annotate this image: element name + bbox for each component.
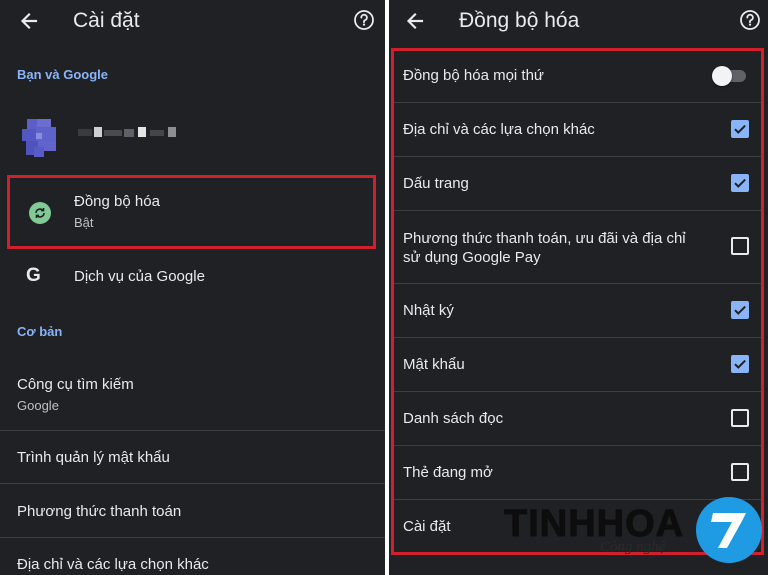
sync-item-settings[interactable]: Cài đặt bbox=[389, 500, 768, 553]
section-header-account: Bạn và Google bbox=[17, 67, 109, 82]
sync-everything-toggle[interactable] bbox=[712, 66, 746, 86]
checkbox-unchecked[interactable] bbox=[731, 237, 749, 255]
checkbox-checked[interactable] bbox=[731, 174, 749, 192]
sync-item-label: Nhật ký bbox=[403, 302, 454, 319]
toggle-knob bbox=[712, 66, 732, 86]
google-services-row[interactable]: G Dịch vụ của Google bbox=[0, 252, 385, 300]
sync-item-payment[interactable]: Phương thức thanh toán, ưu đãi và địa ch… bbox=[389, 211, 768, 283]
google-g-icon: G bbox=[26, 265, 41, 286]
sync-item-bookmarks[interactable]: Dấu trang bbox=[389, 157, 768, 210]
account-row[interactable] bbox=[0, 100, 385, 170]
help-button[interactable] bbox=[352, 8, 376, 32]
payment-methods-label: Phương thức thanh toán bbox=[17, 503, 182, 520]
blurred-account-name bbox=[78, 127, 176, 137]
checkbox-unchecked[interactable] bbox=[731, 463, 749, 481]
sync-item-label-line1: Phương thức thanh toán, ưu đãi và địa ch… bbox=[403, 230, 686, 247]
help-icon bbox=[354, 10, 374, 30]
sync-item-label: Danh sách đọc bbox=[403, 410, 504, 427]
page-title: Đồng bộ hóa bbox=[459, 9, 580, 32]
checkbox-checked[interactable] bbox=[731, 355, 749, 373]
help-icon bbox=[740, 10, 760, 30]
password-manager-label: Trình quản lý mật khẩu bbox=[17, 449, 170, 466]
search-engine-value: Google bbox=[17, 398, 59, 413]
avatar bbox=[22, 119, 56, 157]
sync-item-open-tabs[interactable]: Thẻ đang mở bbox=[389, 446, 768, 499]
sync-item-addresses[interactable]: Địa chỉ và các lựa chọn khác bbox=[389, 103, 768, 156]
arrow-left-icon bbox=[20, 12, 38, 30]
sync-item-passwords[interactable]: Mật khẩu bbox=[389, 338, 768, 391]
help-button[interactable] bbox=[738, 8, 762, 32]
sync-everything-label: Đồng bộ hóa mọi thứ bbox=[403, 67, 544, 84]
sync-item-history[interactable]: Nhật ký bbox=[389, 284, 768, 337]
payment-methods-row[interactable]: Phương thức thanh toán bbox=[0, 484, 385, 536]
sync-item-label: Dấu trang bbox=[403, 175, 469, 192]
back-button[interactable] bbox=[14, 6, 44, 36]
checkbox-unchecked[interactable] bbox=[731, 409, 749, 427]
password-manager-row[interactable]: Trình quản lý mật khẩu bbox=[0, 431, 385, 483]
google-services-label: Dịch vụ của Google bbox=[74, 268, 205, 285]
settings-panel: Cài đặt Bạn và Google Đồng bộ hóa Bật G … bbox=[0, 0, 385, 575]
checkbox-checked[interactable] bbox=[731, 120, 749, 138]
sync-top-bar: Đồng bộ hóa bbox=[389, 0, 768, 42]
addresses-label: Địa chỉ và các lựa chọn khác bbox=[17, 556, 209, 573]
sync-status: Bật bbox=[74, 215, 94, 230]
sync-title: Đồng bộ hóa bbox=[74, 193, 160, 210]
sync-item-label: Địa chỉ và các lựa chọn khác bbox=[403, 121, 595, 138]
sync-item-reading-list[interactable]: Danh sách đọc bbox=[389, 392, 768, 445]
checkbox-checked[interactable] bbox=[731, 301, 749, 319]
search-engine-title: Công cụ tìm kiếm bbox=[17, 376, 134, 393]
page-title: Cài đặt bbox=[73, 9, 140, 32]
sync-item-label: Cài đặt bbox=[403, 518, 451, 535]
sync-icon bbox=[29, 202, 51, 224]
arrow-left-icon bbox=[406, 12, 424, 30]
sync-item-label-line2: sử dụng Google Pay bbox=[403, 249, 541, 266]
search-engine-row[interactable]: Công cụ tìm kiếm Google bbox=[0, 364, 385, 430]
section-header-basic: Cơ bản bbox=[17, 324, 63, 339]
settings-top-bar: Cài đặt bbox=[0, 0, 385, 42]
addresses-row[interactable]: Địa chỉ và các lựa chọn khác bbox=[0, 538, 385, 575]
sync-item-label: Thẻ đang mở bbox=[403, 464, 493, 481]
sync-item-label: Mật khẩu bbox=[403, 356, 465, 373]
sync-row[interactable]: Đồng bộ hóa Bật bbox=[7, 175, 376, 249]
sync-settings-panel: Đồng bộ hóa Đồng bộ hóa mọi thứ Địa chỉ … bbox=[389, 0, 768, 575]
back-button[interactable] bbox=[400, 6, 430, 36]
